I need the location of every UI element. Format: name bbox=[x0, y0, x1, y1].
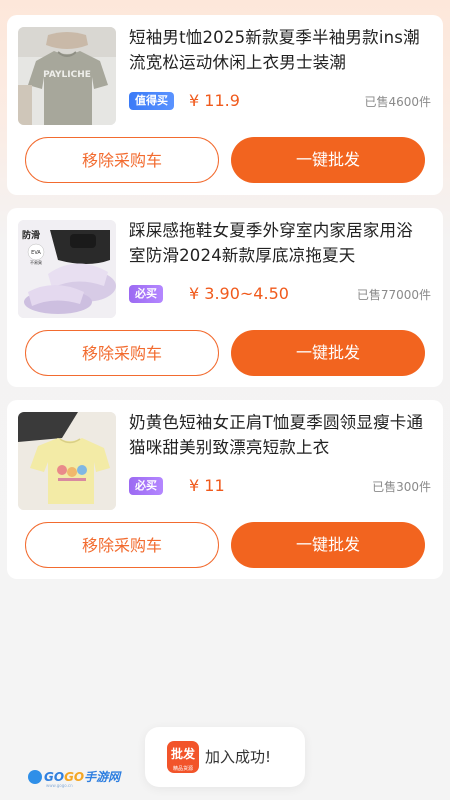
sold-count: 已售4600件 bbox=[364, 95, 431, 109]
svg-text:PAYLICHE: PAYLICHE bbox=[43, 70, 91, 80]
product-price: ¥ 11 bbox=[189, 476, 225, 495]
svg-text:EVA: EVA bbox=[31, 250, 41, 256]
one-click-wholesale-button[interactable]: 一键批发 bbox=[231, 330, 425, 376]
success-toast: 批发 精品货源 加入成功! bbox=[145, 727, 305, 787]
must-buy-badge: 必买 bbox=[129, 285, 163, 303]
product-title[interactable]: 短袖男t恤2025新款夏季半袖男款ins潮流宽松运动休闲上衣男士装潮 bbox=[129, 25, 429, 75]
remove-from-cart-button[interactable]: 移除采购车 bbox=[25, 522, 219, 568]
toast-message: 加入成功! bbox=[205, 748, 272, 766]
watermark-brand-a: GO bbox=[44, 770, 65, 784]
must-buy-badge: 必买 bbox=[129, 477, 163, 495]
product-image[interactable]: PAYLICHE bbox=[18, 27, 116, 125]
watermark-brand-c: 手游网 bbox=[84, 770, 121, 784]
product-title[interactable]: 奶黄色短袖女正肩T恤夏季圆领显瘦卡通猫咪甜美别致漂亮短款上衣 bbox=[129, 410, 429, 460]
wholesale-app-icon: 批发 精品货源 bbox=[167, 741, 199, 773]
app-icon-label: 批发 bbox=[170, 747, 195, 761]
one-click-wholesale-button[interactable]: 一键批发 bbox=[231, 137, 425, 183]
worth-buying-badge: 值得买 bbox=[129, 92, 174, 110]
svg-text:防滑: 防滑 bbox=[22, 229, 40, 241]
product-image[interactable] bbox=[18, 412, 116, 510]
product-card[interactable]: 奶黄色短袖女正肩T恤夏季圆领显瘦卡通猫咪甜美别致漂亮短款上衣 必买 ¥ 11 已… bbox=[7, 400, 443, 579]
yellow-tshirt-product-photo bbox=[18, 412, 116, 510]
watermark-brand-b: GO bbox=[64, 770, 85, 784]
tshirt-product-photo: PAYLICHE bbox=[18, 27, 116, 125]
product-image[interactable]: 防滑 EVA 不易臭 bbox=[18, 220, 116, 318]
gogo-logo-icon bbox=[28, 770, 42, 784]
product-title[interactable]: 踩屎感拖鞋女夏季外穿室内家居家用浴室防滑2024新款厚底凉拖夏天 bbox=[129, 218, 429, 268]
product-card[interactable]: PAYLICHE 短袖男t恤2025新款夏季半袖男款ins潮流宽松运动休闲上衣男… bbox=[7, 15, 443, 195]
app-icon-sublabel: 精品货源 bbox=[172, 766, 193, 772]
sold-count: 已售300件 bbox=[372, 480, 431, 494]
one-click-wholesale-button[interactable]: 一键批发 bbox=[231, 522, 425, 568]
remove-from-cart-button[interactable]: 移除采购车 bbox=[25, 137, 219, 183]
watermark-url: www.gogo.cn bbox=[46, 783, 73, 788]
product-price: ¥ 3.90~4.50 bbox=[189, 284, 289, 303]
slippers-product-photo: 防滑 EVA 不易臭 bbox=[18, 220, 116, 318]
product-card[interactable]: 防滑 EVA 不易臭 踩屎感拖鞋女夏季外穿室内家居家用浴室防滑2024新款厚底凉… bbox=[7, 208, 443, 387]
site-watermark: GOGO手游网 www.gogo.cn bbox=[28, 770, 120, 788]
sold-count: 已售77000件 bbox=[356, 288, 431, 302]
svg-text:不易臭: 不易臭 bbox=[30, 259, 42, 265]
product-price: ¥ 11.9 bbox=[189, 91, 240, 110]
remove-from-cart-button[interactable]: 移除采购车 bbox=[25, 330, 219, 376]
